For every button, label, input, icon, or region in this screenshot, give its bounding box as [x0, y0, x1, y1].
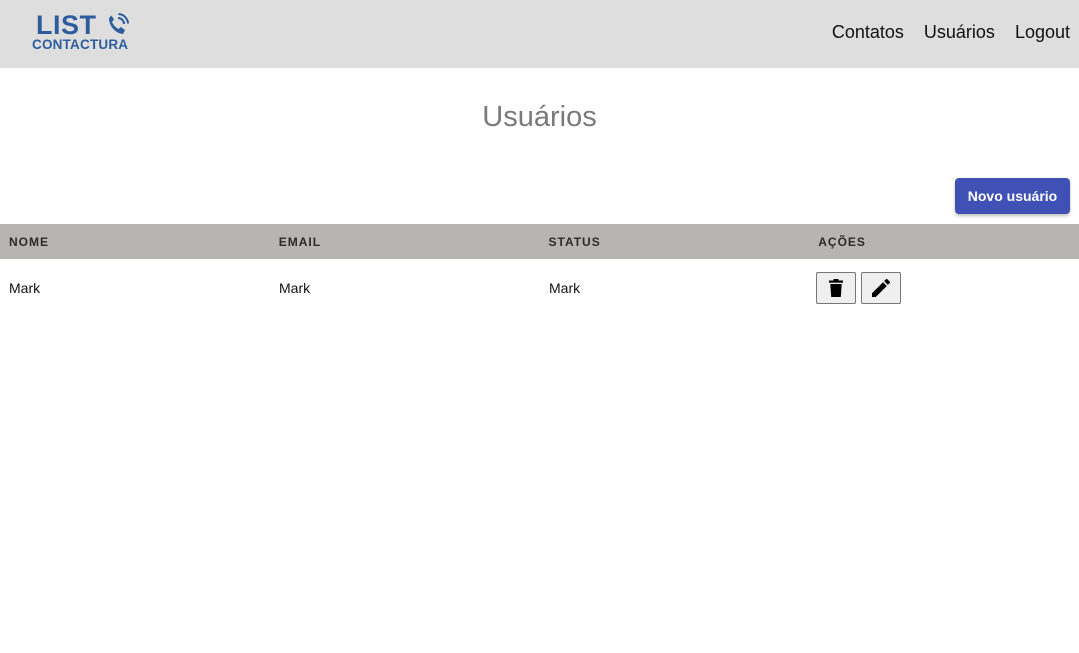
nav-link-contatos[interactable]: Contatos — [832, 20, 904, 44]
users-table: NOME EMAIL STATUS AÇÕES Mark Mark Mark — [0, 224, 1079, 317]
nav-link-usuarios[interactable]: Usuários — [924, 20, 995, 44]
cell-email: Mark — [279, 280, 311, 296]
app-logo[interactable]: LIST CONTACTURA — [31, 11, 141, 57]
top-navbar: LIST CONTACTURA Contatos Usuários Logout — [0, 0, 1079, 68]
logo-subtitle: CONTACTURA — [32, 37, 129, 52]
main-nav: Contatos Usuários Logout — [812, 20, 1070, 44]
column-header-email[interactable]: EMAIL — [270, 235, 540, 249]
nav-link-logout[interactable]: Logout — [1015, 20, 1070, 44]
column-header-nome[interactable]: NOME — [0, 235, 270, 249]
trash-icon — [829, 279, 843, 297]
cell-nome: Mark — [9, 280, 41, 296]
logo-title: LIST — [36, 10, 97, 40]
phone-ringing-icon — [109, 13, 129, 34]
edit-button[interactable] — [861, 272, 901, 304]
row-actions — [810, 272, 1079, 304]
table-row: Mark Mark Mark — [0, 259, 1079, 317]
column-header-acoes: AÇÕES — [818, 234, 866, 249]
page-title: Usuários — [482, 101, 597, 133]
column-header-status[interactable]: STATUS — [540, 235, 810, 249]
new-user-button[interactable]: Novo usuário — [955, 178, 1070, 214]
cell-status: Mark — [549, 280, 581, 296]
table-header: NOME EMAIL STATUS AÇÕES — [0, 224, 1079, 259]
delete-button[interactable] — [816, 272, 856, 304]
pencil-icon — [872, 279, 890, 297]
